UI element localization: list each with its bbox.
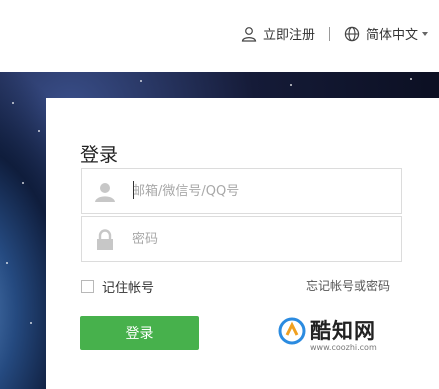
register-link[interactable]: 立即注册 xyxy=(241,24,315,43)
username-field[interactable] xyxy=(81,168,402,214)
brand-logo-icon xyxy=(278,317,306,345)
text-cursor xyxy=(133,181,134,199)
language-label: 简体中文 xyxy=(366,28,419,43)
globe-icon xyxy=(344,26,360,41)
register-label: 立即注册 xyxy=(263,28,316,43)
language-selector[interactable]: 简体中文 xyxy=(344,24,429,43)
lock-icon xyxy=(97,229,113,250)
login-title: 登录 xyxy=(80,144,119,166)
login-button[interactable]: 登录 xyxy=(80,316,199,350)
star xyxy=(140,80,142,82)
password-field[interactable] xyxy=(81,216,402,262)
chevron-down-icon xyxy=(422,31,429,36)
star xyxy=(12,102,14,104)
star xyxy=(410,78,412,80)
remember-account[interactable]: 记住帐号 xyxy=(81,277,154,296)
remember-label: 记住帐号 xyxy=(102,281,155,296)
user-icon xyxy=(95,183,115,202)
watermark: 酷知网 www.coozhi.com xyxy=(278,315,418,375)
star xyxy=(22,182,24,184)
username-input[interactable] xyxy=(132,169,382,213)
forgot-link[interactable]: 忘记帐号或密码 xyxy=(306,277,390,294)
remember-checkbox[interactable] xyxy=(81,280,94,293)
star xyxy=(290,84,292,86)
user-icon xyxy=(241,26,257,42)
watermark-brand: 酷知网 xyxy=(310,319,376,343)
star xyxy=(6,262,8,264)
password-input[interactable] xyxy=(132,217,382,261)
star xyxy=(30,322,32,324)
star xyxy=(38,130,40,132)
header-divider xyxy=(329,27,330,41)
top-bar: 立即注册 简体中文 xyxy=(0,0,439,72)
watermark-url: www.coozhi.com xyxy=(310,343,377,352)
